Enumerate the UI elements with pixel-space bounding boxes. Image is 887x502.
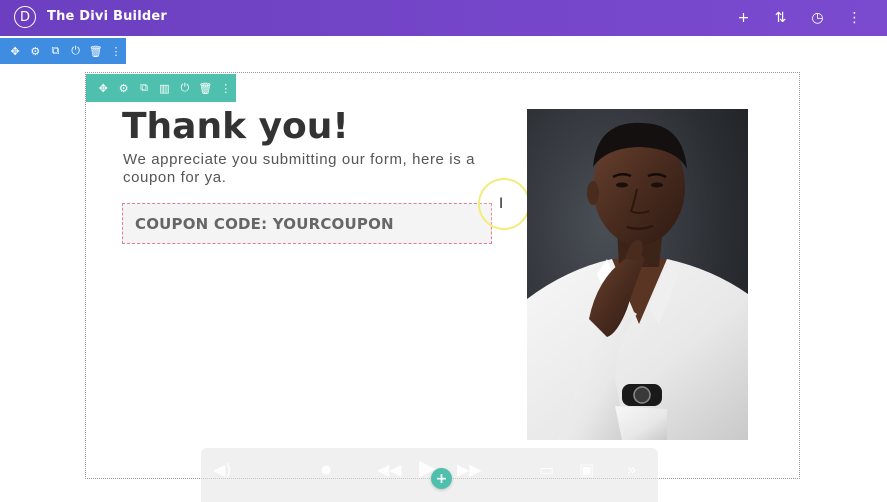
columns-icon[interactable]: ▥: [154, 74, 174, 102]
add-icon[interactable]: +: [725, 0, 762, 36]
more-icon[interactable]: ⋮: [106, 38, 126, 64]
volume-icon[interactable]: ◀): [213, 460, 232, 479]
coupon-code-text[interactable]: COUPON CODE: YOURCOUPON: [135, 215, 394, 233]
topbar-actions: + ⇅ ◷ ⋮: [725, 0, 873, 36]
add-module-button[interactable]: +: [431, 468, 452, 489]
gear-icon[interactable]: ⚙: [113, 74, 133, 102]
rewind-icon[interactable]: ◀◀: [377, 460, 402, 479]
builder-topbar: D The Divi Builder + ⇅ ◷ ⋮: [0, 0, 887, 36]
move-icon[interactable]: ✥: [93, 74, 113, 102]
divi-logo[interactable]: D: [14, 6, 36, 28]
move-icon[interactable]: ✥: [5, 38, 25, 64]
coupon-box[interactable]: COUPON CODE: YOURCOUPON: [122, 203, 492, 244]
appreciation-text[interactable]: We appreciate you submitting our form, h…: [123, 151, 493, 187]
picture-in-picture-icon[interactable]: ▣: [579, 460, 594, 479]
history-icon[interactable]: ◷: [799, 0, 836, 36]
video-player-overlay: ◀) ● ◀◀ ▶ ▶▶ ▭ ▣ »: [201, 448, 658, 502]
gear-icon[interactable]: ⚙: [25, 38, 45, 64]
screen-icon[interactable]: ▭: [539, 460, 554, 479]
app-title: The Divi Builder: [47, 9, 167, 24]
duplicate-icon[interactable]: ⧉: [45, 38, 65, 64]
more-options-icon[interactable]: ⋮: [836, 0, 873, 36]
duplicate-icon[interactable]: ⧉: [134, 74, 154, 102]
row-toolbar: ✥ ⚙ ⧉ ▥ ⏻ 🗑 ⋮: [86, 74, 236, 102]
section-toolbar: ✥ ⚙ ⧉ ⏻ 🗑 ⋮: [0, 38, 126, 64]
trash-icon[interactable]: 🗑: [195, 74, 215, 102]
power-icon[interactable]: ⏻: [66, 38, 86, 64]
portrait-illustration: [527, 109, 748, 440]
next-icon[interactable]: »: [627, 460, 637, 479]
logo-letter: D: [19, 9, 30, 25]
trash-icon[interactable]: 🗑: [86, 38, 106, 64]
thank-you-heading[interactable]: Thank you!: [122, 106, 349, 147]
sort-icon[interactable]: ⇅: [762, 0, 799, 36]
portrait-image[interactable]: [527, 109, 748, 440]
fast-forward-icon[interactable]: ▶▶: [457, 460, 482, 479]
cursor-highlight-ring: [478, 178, 530, 230]
volume-slider-knob[interactable]: ●: [321, 462, 331, 476]
text-cursor-icon: I: [499, 196, 504, 212]
more-icon[interactable]: ⋮: [216, 74, 236, 102]
power-icon[interactable]: ⏻: [175, 74, 195, 102]
